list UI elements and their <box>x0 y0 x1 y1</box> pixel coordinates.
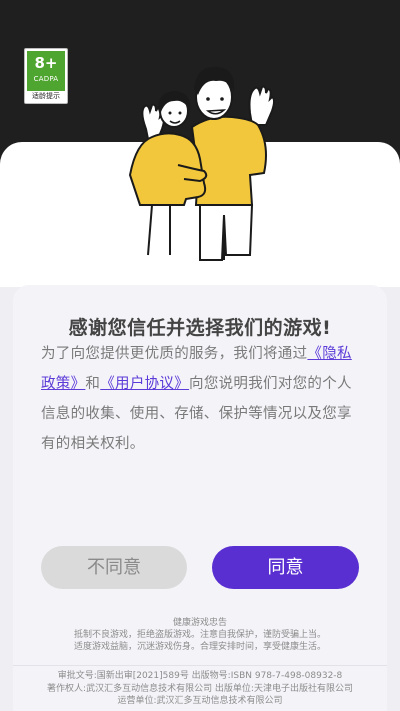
age-rating-badge: 8+ CADPA 适龄提示 <box>24 48 68 104</box>
health-notice-line-2: 适度游戏益脑，沉迷游戏伤身。合理安排时间，享受健康生活。 <box>73 642 326 652</box>
dialog-message: 为了向您提供更优质的服务，我们将通过《隐私政策》和《用户协议》向您说明我们对您的… <box>41 339 357 459</box>
age-rating-value: 8+ <box>34 54 58 72</box>
privacy-dialog: 感谢您信任并选择我们的游戏! 为了向您提供更优质的服务，我们将通过《隐私政策》和… <box>13 285 387 711</box>
operator-info: 运营单位:武汉汇多互动信息技术有限公司 <box>117 696 283 706</box>
approval-number: 审批文号:国新出审[2021]589号 出版物号:ISBN 978-7-498-… <box>57 671 343 681</box>
copyright-info: 著作权人:武汉汇多互动信息技术有限公司 出版单位:天津电子出版社有限公司 <box>47 683 353 694</box>
health-notice: 健康游戏忠告 抵制不良游戏，拒绝盗版游戏。注意自我保护，谨防受骗上当。 适度游戏… <box>13 617 387 653</box>
user-agreement-link[interactable]: 《用户协议》 <box>100 376 189 392</box>
age-rating-tip: 适龄提示 <box>32 92 60 100</box>
dialog-message-part1: 为了向您提供更优质的服务，我们将通过 <box>41 346 308 362</box>
health-notice-title: 健康游戏忠告 <box>172 618 227 628</box>
disagree-button[interactable]: 不同意 <box>41 546 187 589</box>
publication-info: 审批文号:国新出审[2021]589号 出版物号:ISBN 978-7-498-… <box>13 670 387 708</box>
footer-divider <box>13 665 387 666</box>
age-rating-org: CADPA <box>33 75 59 83</box>
waving-couple-illustration <box>128 66 275 261</box>
dialog-title: 感谢您信任并选择我们的游戏! <box>68 317 332 339</box>
dialog-message-and: 和 <box>85 376 101 392</box>
age-rating-green-block: 8+ CADPA <box>27 51 65 91</box>
health-notice-line-1: 抵制不良游戏，拒绝盗版游戏。注意自我保护，谨防受骗上当。 <box>73 630 326 640</box>
agree-button[interactable]: 同意 <box>212 546 359 589</box>
